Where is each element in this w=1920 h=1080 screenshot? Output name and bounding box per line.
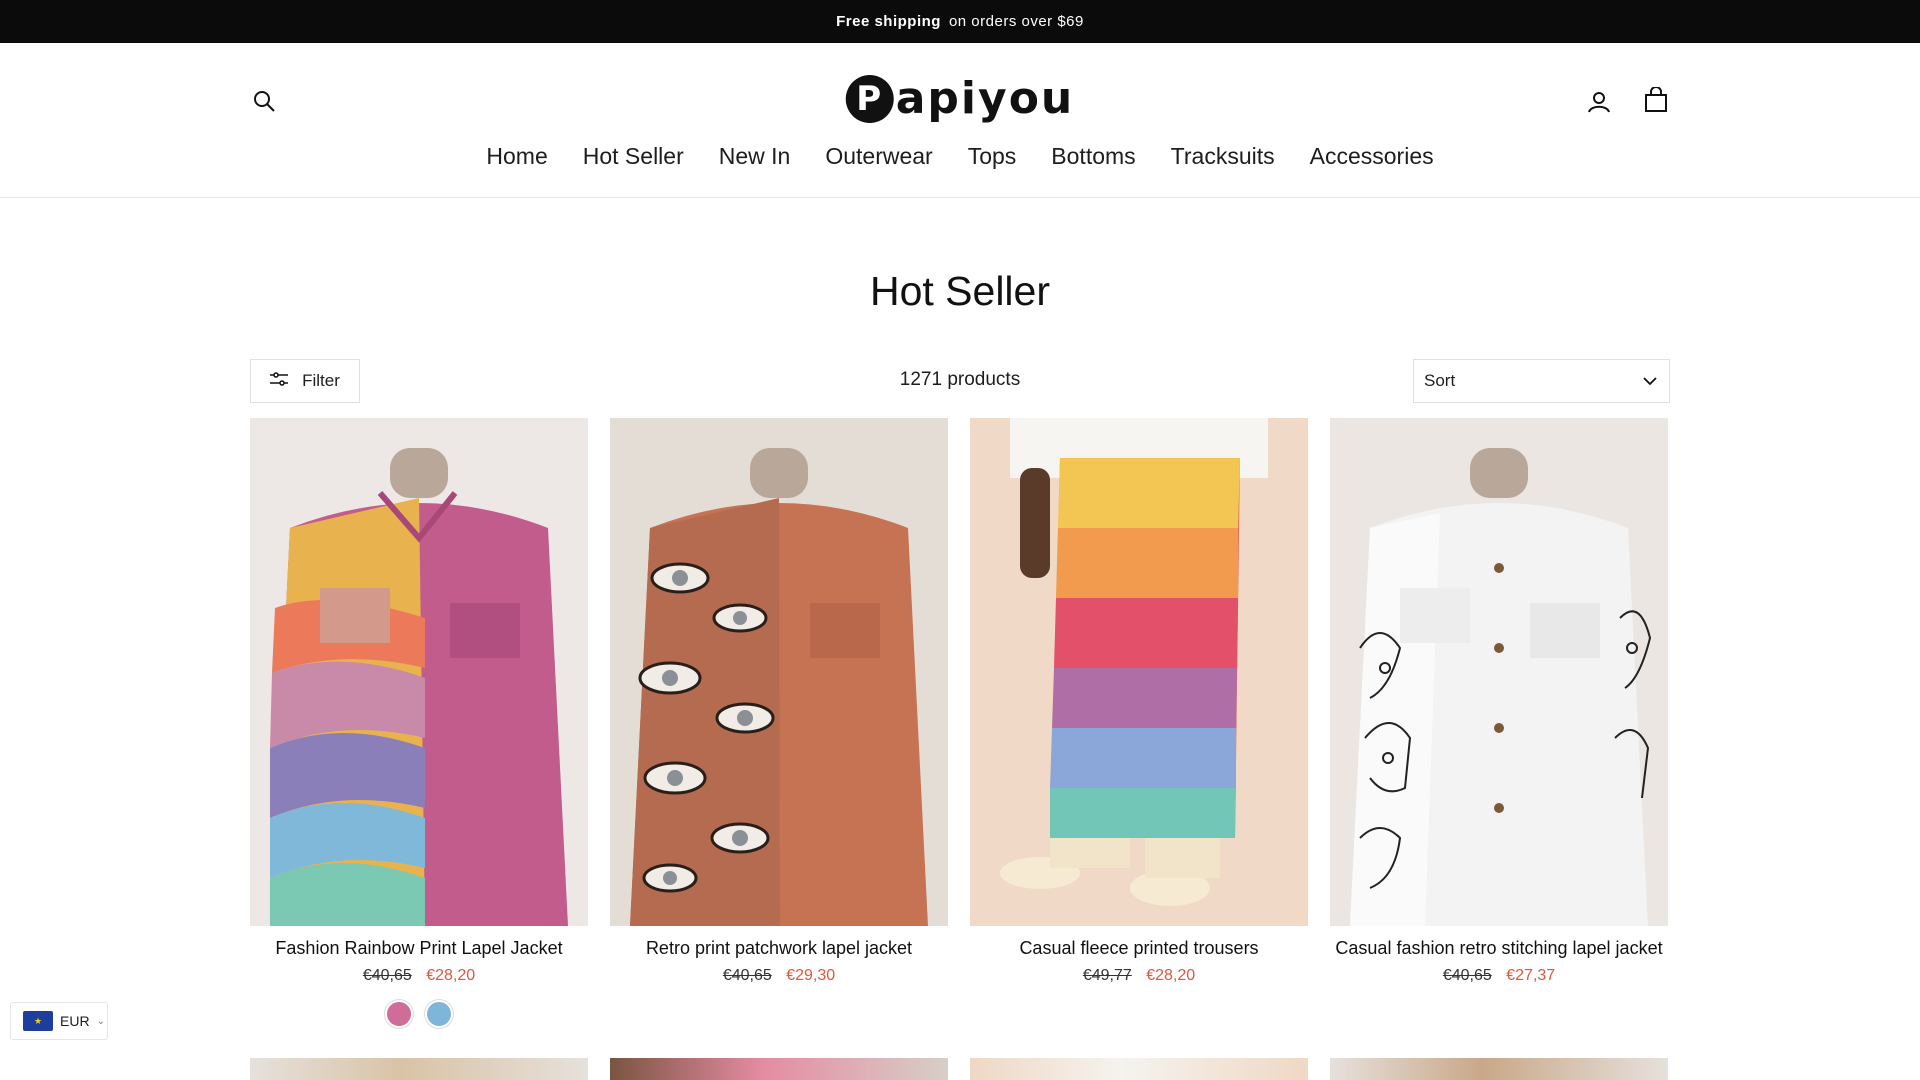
product-price: €49,77 €28,20 [970,967,1308,985]
chevron-down-icon: ⌄ [96,1015,105,1027]
compare-price: €40,65 [722,967,772,984]
sale-price: €29,30 [786,967,836,984]
cart-icon[interactable] [1641,85,1671,115]
product-title[interactable]: Casual fashion retro stitching lapel jac… [1330,938,1668,959]
compare-price: €49,77 [1082,967,1132,984]
account-icon[interactable] [1584,87,1614,117]
product-image[interactable] [610,1058,948,1080]
nav-accessories[interactable]: Accessories [1310,143,1434,170]
announcement-strong: Free shipping [836,13,941,30]
product-card: Casual fashion retro stitching lapel jac… [1330,418,1668,1029]
nav-tops[interactable]: Tops [968,143,1017,170]
nav-home[interactable]: Home [486,143,547,170]
product-price: €40,65 €27,37 [1330,967,1668,985]
nav-new-in[interactable]: New In [719,143,791,170]
sale-price: €27,37 [1506,967,1556,984]
product-image[interactable] [250,1058,588,1080]
sort-select[interactable]: Sort [1413,359,1670,403]
compare-price: €40,65 [1442,967,1492,984]
nav-hot-seller[interactable]: Hot Seller [583,143,684,170]
sort-label: Sort [1424,371,1456,390]
site-header: P apiyou Home Hot Seller New In Outerwea… [0,43,1920,198]
product-title[interactable]: Retro print patchwork lapel jacket [610,938,948,959]
product-image[interactable] [970,418,1308,926]
site-logo[interactable]: P apiyou [845,73,1075,124]
logo-text: apiyou [895,73,1075,124]
nav-tracksuits[interactable]: Tracksuits [1171,143,1275,170]
product-image[interactable] [1330,1058,1668,1080]
product-card: Casual fleece printed trousers €49,77 €2… [970,418,1308,1029]
product-price: €40,65 €28,20 [250,967,588,985]
currency-selector[interactable]: ★ EUR ⌄ [10,1002,108,1040]
search-icon[interactable] [250,87,278,115]
color-swatches [250,999,588,1029]
eu-flag-icon: ★ [23,1011,53,1031]
color-swatch-blue[interactable] [424,999,454,1029]
nav-outerwear[interactable]: Outerwear [825,143,932,170]
product-title[interactable]: Fashion Rainbow Print Lapel Jacket [250,938,588,959]
sale-price: €28,20 [426,967,476,984]
compare-price: €40,65 [362,967,412,984]
announcement-bar: Free shipping on orders over $69 [0,0,1920,43]
product-price: €40,65 €29,30 [610,967,948,985]
announcement-text: on orders over $69 [948,13,1084,30]
product-card: Fashion Rainbow Print Lapel Jacket €40,6… [250,418,588,1029]
product-image[interactable] [1330,418,1668,926]
product-image[interactable] [610,418,948,926]
product-title[interactable]: Casual fleece printed trousers [970,938,1308,959]
collection-toolbar: Filter 1271 products Sort [250,359,1670,403]
product-card: Retro print patchwork lapel jacket €40,6… [610,418,948,1029]
product-image[interactable] [250,418,588,926]
currency-code: EUR [60,1013,90,1029]
chevron-down-icon [1643,371,1657,391]
product-grid: Fashion Rainbow Print Lapel Jacket €40,6… [250,418,1670,1029]
product-image[interactable] [970,1058,1308,1080]
collection-title: Hot Seller [869,268,1050,314]
main-nav: Home Hot Seller New In Outerwear Tops Bo… [0,143,1920,170]
sale-price: €28,20 [1146,967,1196,984]
nav-bottoms[interactable]: Bottoms [1051,143,1135,170]
product-grid-row-2 [250,1058,1670,1080]
color-swatch-pink[interactable] [384,999,414,1029]
